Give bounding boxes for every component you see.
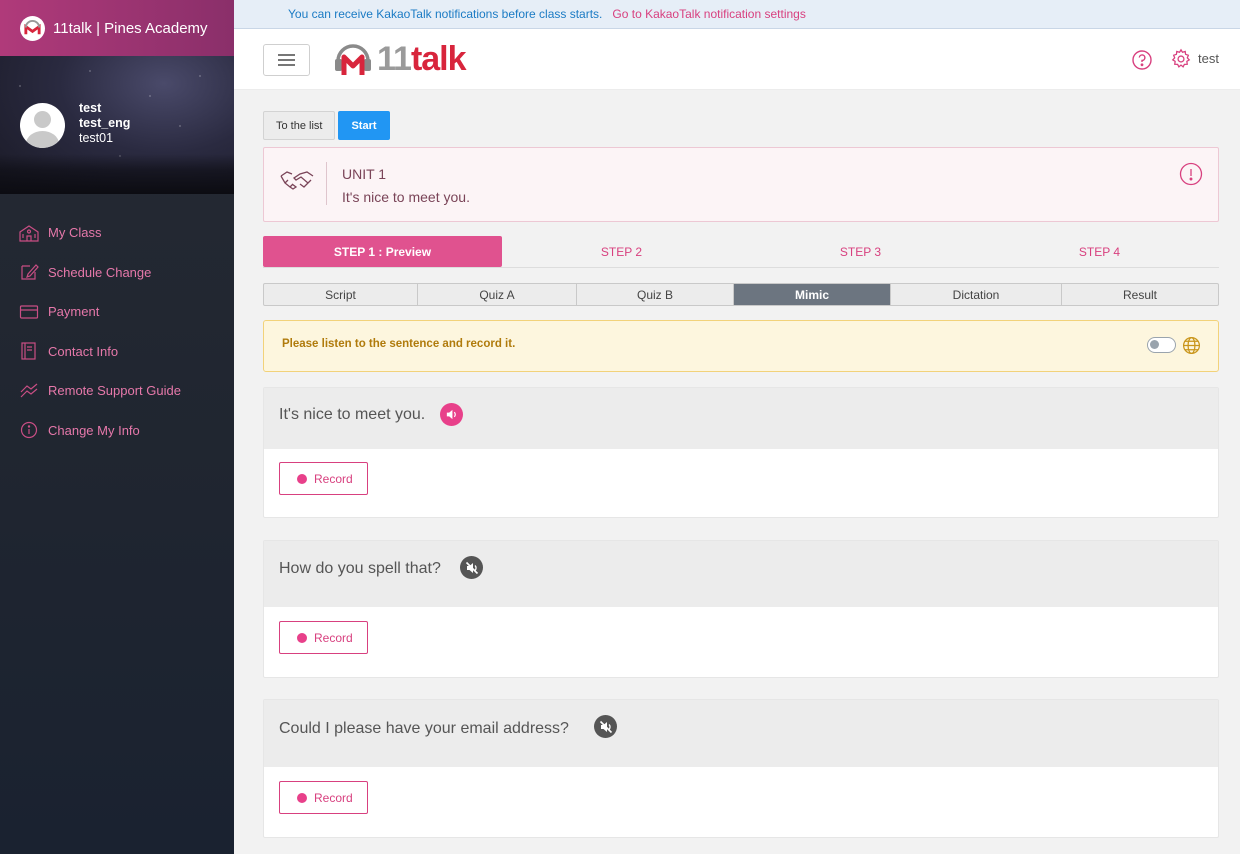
edit-icon xyxy=(21,264,39,280)
sentence-header: It's nice to meet you. xyxy=(264,388,1218,449)
tab-quiz-b[interactable]: Quiz B xyxy=(577,284,734,305)
sidebar-item-label: Payment xyxy=(48,304,100,320)
sidebar-item-label: Schedule Change xyxy=(48,264,152,280)
instruction-banner: Please listen to the sentence and record… xyxy=(263,320,1219,372)
tab-dictation[interactable]: Dictation xyxy=(891,284,1062,305)
profile-names: test test_eng test01 xyxy=(79,101,130,146)
activity-tabs: Script Quiz A Quiz B Mimic Dictation Res… xyxy=(263,283,1219,306)
sentence-card: It's nice to meet you. Record xyxy=(263,387,1219,518)
tab-step-2[interactable]: STEP 2 xyxy=(502,236,741,267)
profile-user-id: test01 xyxy=(79,131,114,145)
sidebar-item-label: My Class xyxy=(48,225,102,241)
record-button[interactable]: Record xyxy=(279,781,368,814)
brand-bar[interactable]: 11talk | Pines Academy xyxy=(0,0,234,56)
handshake-icon xyxy=(280,171,314,190)
sidebar-item-remote-support[interactable]: Remote Support Guide xyxy=(0,371,234,411)
unit-info-icon[interactable] xyxy=(1179,162,1203,186)
speaker-muted-icon[interactable] xyxy=(460,556,483,579)
record-label: Record xyxy=(314,630,353,645)
notice-text: You can receive KakaoTalk notifications … xyxy=(288,7,603,21)
record-button[interactable]: Record xyxy=(279,462,368,495)
record-label: Record xyxy=(314,790,353,805)
username-label[interactable]: test xyxy=(1198,51,1219,66)
profile-name: test xyxy=(79,101,102,115)
tab-script[interactable]: Script xyxy=(264,284,418,305)
tab-mimic[interactable]: Mimic xyxy=(734,284,891,305)
remote-icon xyxy=(20,383,38,398)
record-label: Record xyxy=(314,471,353,486)
brand-logo-icon xyxy=(20,15,45,41)
gear-icon[interactable] xyxy=(1170,48,1192,70)
kakaotalk-settings-link[interactable]: Go to KakaoTalk notification settings xyxy=(612,7,805,21)
top-header: 11talk test xyxy=(234,29,1240,90)
book-icon xyxy=(21,342,36,360)
tab-result[interactable]: Result xyxy=(1062,284,1218,305)
speaker-on-icon[interactable] xyxy=(440,403,463,426)
sidebar-item-contact-info[interactable]: Contact Info xyxy=(0,332,234,372)
brand-name: 11talk | Pines Academy xyxy=(53,19,208,37)
globe-icon[interactable] xyxy=(1182,336,1201,355)
record-dot-icon xyxy=(297,792,307,803)
card-icon xyxy=(19,305,39,319)
sidebar-item-my-class[interactable]: My Class xyxy=(0,213,234,253)
notification-banner: You can receive KakaoTalk notifications … xyxy=(234,0,1240,29)
start-button[interactable]: Start xyxy=(338,111,390,140)
step-tabs: STEP 1 : Preview STEP 2 STEP 3 STEP 4 xyxy=(263,236,1219,268)
profile-eng-name: test_eng xyxy=(79,116,131,130)
sidebar-item-label: Remote Support Guide xyxy=(48,383,181,399)
help-icon[interactable] xyxy=(1131,49,1153,71)
profile-panel: test test_eng test01 xyxy=(0,56,234,194)
unit-panel: UNIT 1 It's nice to meet you. xyxy=(263,147,1219,222)
record-dot-icon xyxy=(297,473,307,484)
headphone-logo-icon xyxy=(335,44,371,75)
sentence-card: Could I please have your email address? … xyxy=(263,699,1219,838)
tab-quiz-a[interactable]: Quiz A xyxy=(418,284,577,305)
tab-step-1[interactable]: STEP 1 : Preview xyxy=(263,236,502,267)
unit-subtitle: It's nice to meet you. xyxy=(342,189,470,205)
tab-step-3[interactable]: STEP 3 xyxy=(741,236,980,267)
school-icon xyxy=(19,225,39,242)
sidebar-item-label: Change My Info xyxy=(48,422,140,438)
logo-wordmark: 11talk xyxy=(377,39,467,78)
sidebar-item-label: Contact Info xyxy=(48,343,119,359)
sentence-text: Could I please have your email address? xyxy=(279,720,569,737)
sidebar-item-payment[interactable]: Payment xyxy=(0,292,234,332)
avatar[interactable] xyxy=(20,103,65,148)
action-buttons: To the list Start xyxy=(263,111,390,140)
sentence-header: Could I please have your email address? xyxy=(264,700,1218,767)
instruction-text: Please listen to the sentence and record… xyxy=(282,338,516,350)
translation-toggle[interactable] xyxy=(1147,337,1176,353)
sentence-text: How do you spell that? xyxy=(279,560,441,577)
sidebar-item-change-my-info[interactable]: Change My Info xyxy=(0,411,234,451)
sidebar-item-schedule-change[interactable]: Schedule Change xyxy=(0,253,234,293)
speaker-muted-icon[interactable] xyxy=(594,715,617,738)
tab-step-4[interactable]: STEP 4 xyxy=(980,236,1219,267)
sidebar: 11talk | Pines Academy test test_eng tes… xyxy=(0,0,234,854)
menu-toggle-button[interactable] xyxy=(263,44,310,76)
sentence-card: How do you spell that? Record xyxy=(263,540,1219,678)
unit-title: UNIT 1 xyxy=(342,166,387,182)
record-button[interactable]: Record xyxy=(279,621,368,654)
to-the-list-button[interactable]: To the list xyxy=(263,111,336,140)
sentence-header: How do you spell that? xyxy=(264,541,1218,607)
info-icon xyxy=(20,422,38,439)
sentence-text: It's nice to meet you. xyxy=(279,406,426,423)
record-dot-icon xyxy=(297,632,307,643)
app-logo[interactable]: 11talk xyxy=(333,39,467,79)
sidebar-nav: My Class Schedule Change Payment Contact… xyxy=(0,194,234,450)
